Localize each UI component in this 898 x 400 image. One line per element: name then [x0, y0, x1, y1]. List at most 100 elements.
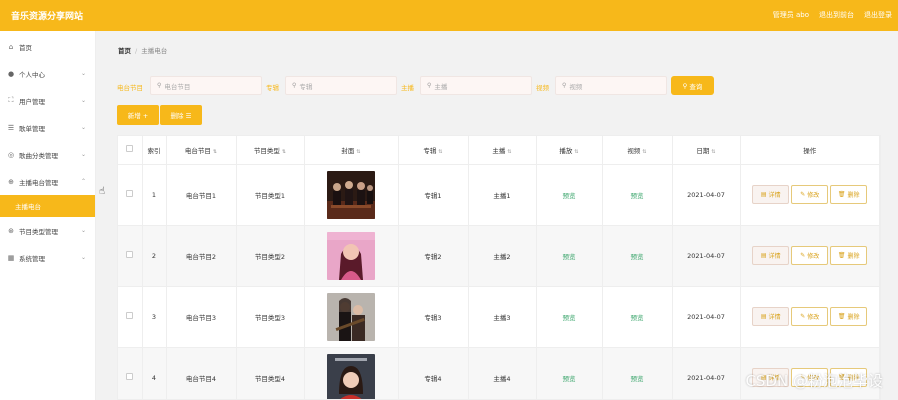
header-label: 播放: [559, 146, 573, 155]
detail-icon: ▤: [760, 313, 767, 320]
search-label-program: 电台节目: [117, 84, 143, 92]
sort-icon[interactable]: ⇅: [507, 149, 511, 155]
action-bar: 新增 + 删除 ☰: [117, 105, 202, 125]
row-delete-button[interactable]: 🗑 删除: [830, 185, 868, 204]
sort-icon[interactable]: ⇅: [213, 149, 217, 155]
detail-button[interactable]: ▤ 详情: [752, 246, 790, 265]
search-label-host: 主播: [401, 84, 414, 92]
play-preview-link[interactable]: 预览: [563, 192, 576, 200]
header-label: 日期: [696, 146, 710, 155]
search-input-album[interactable]: ⚲ 专辑: [285, 76, 397, 95]
sidebar-item-label: 系统管理: [19, 254, 45, 263]
header-play[interactable]: 播放 ⇅: [536, 136, 603, 165]
search-input-video[interactable]: ⚲ 视频: [555, 76, 667, 95]
data-table: 索引 电台节目 ⇅ 节目类型 ⇅ 封面 ⇅ 专辑 ⇅ 主播 ⇅ 播放 ⇅ 视频 ⇅ 日期 ⇅ 操…: [117, 135, 881, 400]
sort-icon[interactable]: ⇅: [642, 149, 646, 155]
trash-icon: 🗑: [837, 252, 846, 259]
cover-image-duo[interactable]: [327, 292, 375, 341]
sidebar-item-home[interactable]: ⌂ 首页: [0, 33, 95, 60]
sort-icon[interactable]: ⇅: [282, 149, 286, 155]
breadcrumb-home[interactable]: 首页: [118, 47, 131, 55]
radio-icon: ⊕: [8, 177, 14, 186]
cell-date: 2021-04-07: [672, 164, 741, 226]
row-delete-button[interactable]: 🗑 删除: [830, 307, 868, 326]
chevron-down-icon: ⌄: [80, 124, 86, 131]
header-date[interactable]: 日期 ⇅: [672, 136, 741, 165]
sort-icon[interactable]: ⇅: [438, 149, 442, 155]
row-checkbox[interactable]: [126, 251, 134, 258]
cover-image-girl[interactable]: [327, 353, 375, 400]
sidebar-item-profile[interactable]: ● 个人中心 ⌄: [0, 60, 95, 87]
edit-label: 修改: [807, 192, 820, 199]
category-icon: ◎: [7, 150, 15, 159]
video-preview-link[interactable]: 预览: [631, 192, 644, 200]
query-button[interactable]: ⚲ 查询: [671, 76, 714, 95]
add-button[interactable]: 新增 +: [117, 105, 159, 125]
query-button-label: 查询: [689, 82, 703, 91]
video-preview-link[interactable]: 预览: [631, 253, 644, 261]
edit-icon: ✎: [800, 313, 806, 320]
detail-label: 详情: [768, 253, 781, 260]
edit-button[interactable]: ✎ 修改: [791, 307, 829, 326]
sidebar-item-playlist[interactable]: ☰ 歌单管理 ⌄: [0, 114, 95, 141]
cover-image-singer[interactable]: [327, 231, 375, 280]
search-input-host[interactable]: ⚲ 主播: [420, 76, 532, 95]
sidebar-subitem-radio[interactable]: 主播电台: [0, 195, 95, 217]
sidebar-item-system[interactable]: ▦ 系统管理 ⌄: [0, 244, 95, 271]
detail-icon: ▤: [760, 252, 767, 259]
cell-cover: [304, 164, 399, 226]
header-select[interactable]: [118, 136, 143, 165]
edit-label: 修改: [807, 314, 820, 321]
chevron-down-icon: ⌄: [80, 151, 86, 158]
cell-album: 专辑4: [398, 347, 469, 399]
play-preview-link[interactable]: 预览: [563, 375, 576, 383]
sort-icon[interactable]: ⇅: [574, 149, 578, 155]
cell-cover: [304, 286, 399, 348]
cell-host: 主播3: [468, 286, 537, 348]
cell-type: 节目类型2: [236, 225, 305, 287]
sidebar-item-program-type[interactable]: ⊛ 节目类型管理 ⌄: [0, 217, 95, 244]
play-preview-link[interactable]: 预览: [563, 314, 576, 322]
sort-icon[interactable]: ⇅: [356, 149, 360, 155]
back-to-front-link[interactable]: 退出到前台: [819, 10, 854, 20]
cover-image-band[interactable]: [327, 170, 375, 219]
sidebar-item-label: 节目类型管理: [19, 227, 58, 236]
video-preview-link[interactable]: 预览: [631, 375, 644, 383]
row-checkbox[interactable]: [126, 312, 134, 319]
header-host[interactable]: 主播 ⇅: [468, 136, 537, 165]
header-label: 视频: [627, 146, 641, 155]
top-bar: 音乐资源分享网站 管理员 abo 退出到前台 退出登录: [0, 0, 898, 31]
header-label: 专辑: [423, 146, 437, 155]
edit-button[interactable]: ✎ 修改: [791, 246, 829, 265]
header-cover[interactable]: 封面 ⇅: [304, 136, 399, 165]
cell-operations: ▤ 详情 ✎ 修改 🗑 删除: [740, 164, 880, 226]
row-checkbox[interactable]: [126, 373, 134, 380]
sidebar-item-label: 主播电台管理: [19, 178, 58, 187]
select-all-checkbox[interactable]: [126, 145, 134, 153]
sidebar-item-users[interactable]: ⛶ 用户管理 ⌄: [0, 87, 95, 114]
logout-link[interactable]: 退出登录: [864, 10, 892, 20]
search-icon: ⚲: [157, 82, 162, 89]
row-checkbox[interactable]: [126, 190, 134, 197]
row-delete-button[interactable]: 🗑 删除: [830, 246, 868, 265]
delete-button[interactable]: 删除 ☰: [160, 105, 202, 125]
header-video[interactable]: 视频 ⇅: [602, 136, 673, 165]
header-program[interactable]: 电台节目 ⇅: [166, 136, 237, 165]
header-album[interactable]: 专辑 ⇅: [398, 136, 469, 165]
sort-icon[interactable]: ⇅: [711, 149, 715, 155]
edit-button[interactable]: ✎ 修改: [791, 185, 829, 204]
breadcrumb-current: 主播电台: [141, 47, 168, 55]
video-preview-link[interactable]: 预览: [631, 314, 644, 322]
sidebar-item-radio[interactable]: ⊕ 主播电台管理 ⌃: [0, 168, 95, 195]
search-icon: ⚲: [562, 82, 567, 89]
play-preview-link[interactable]: 预览: [563, 253, 576, 261]
header-index: 索引: [142, 136, 167, 165]
header-type[interactable]: 节目类型 ⇅: [236, 136, 305, 165]
detail-button[interactable]: ▤ 详情: [752, 307, 790, 326]
edit-icon: ✎: [800, 191, 806, 198]
search-input-program[interactable]: ⚲ 电台节目: [150, 76, 262, 95]
chevron-down-icon: ⌄: [80, 97, 86, 104]
sidebar-item-song-category[interactable]: ◎ 歌曲分类管理 ⌄: [0, 141, 95, 168]
detail-button[interactable]: ▤ 详情: [752, 185, 790, 204]
sidebar: ⌂ 首页 ● 个人中心 ⌄ ⛶ 用户管理 ⌄ ☰ 歌单管理 ⌄ ◎ 歌曲分类管理…: [0, 31, 96, 400]
